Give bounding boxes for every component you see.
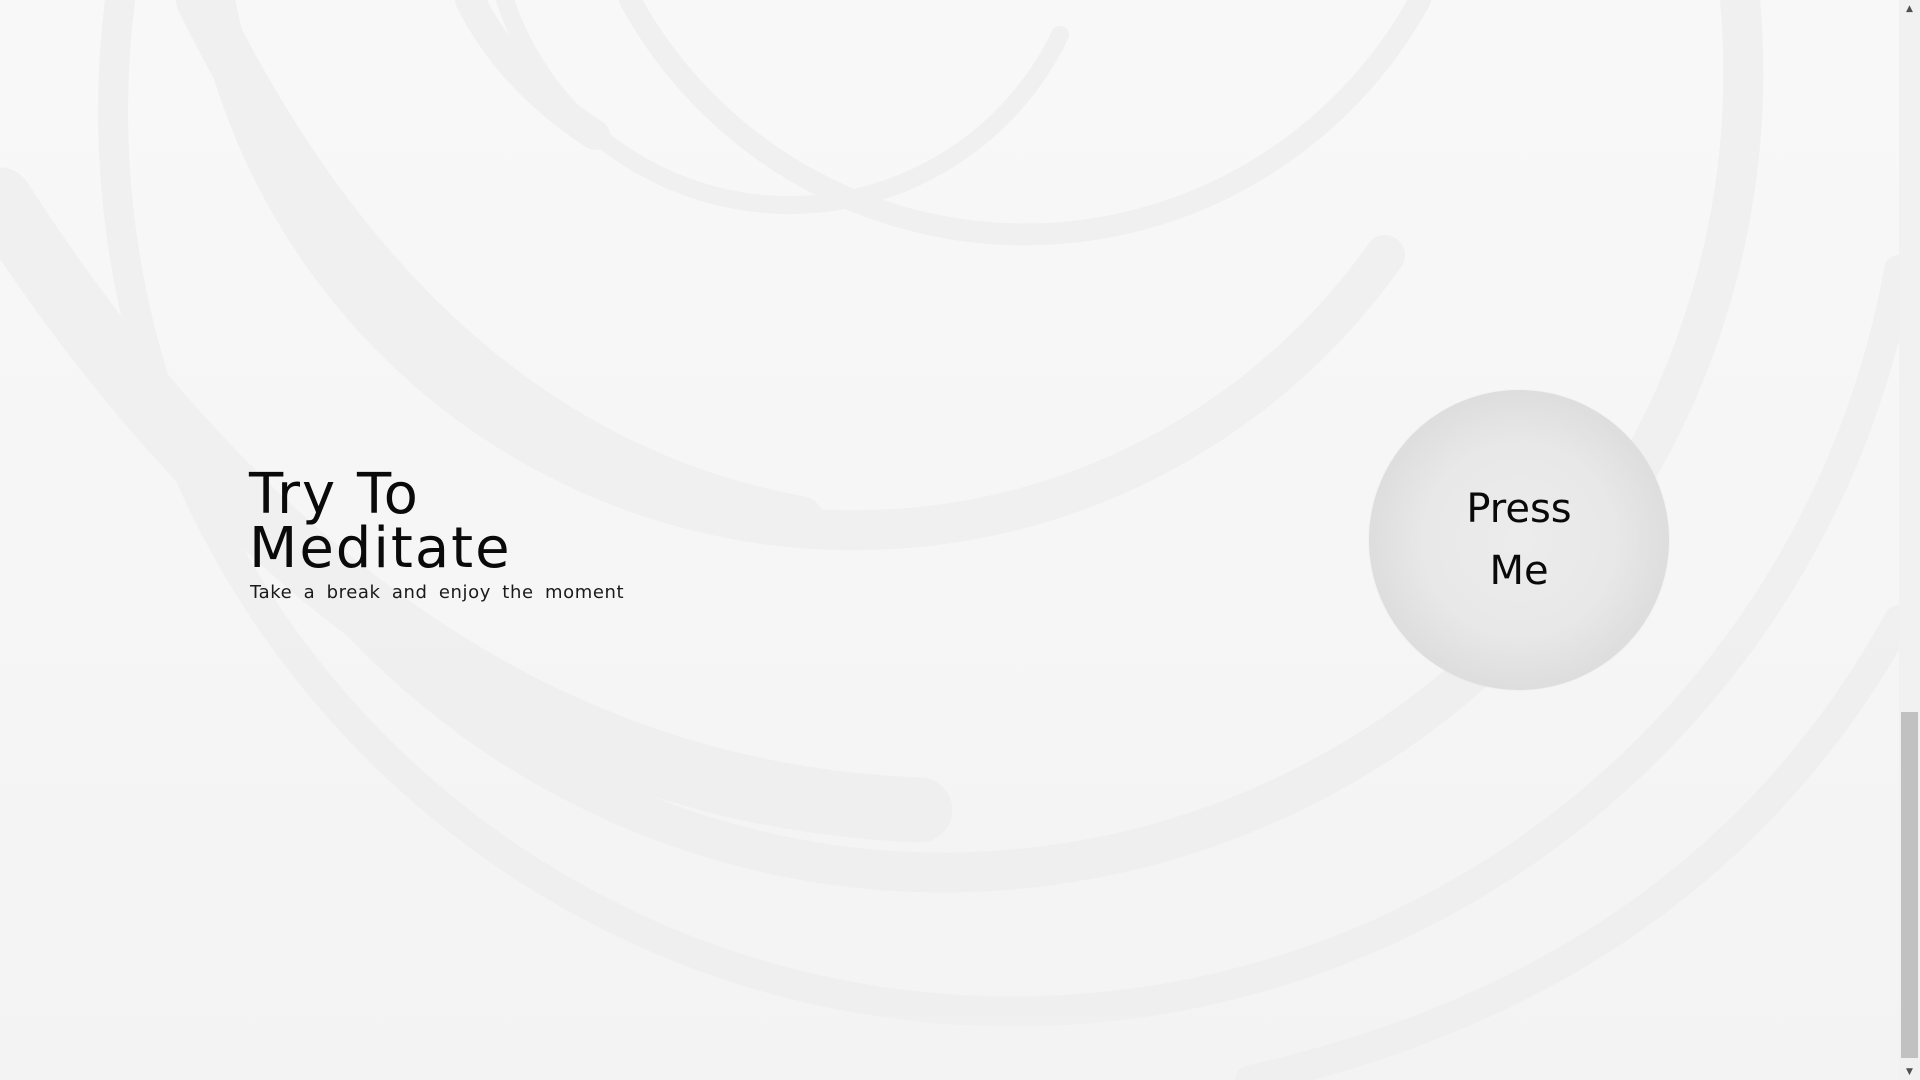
arc-upper-left (455, 0, 610, 150)
scroll-up-arrow-icon[interactable]: ▲ (1899, 0, 1920, 17)
press-me-button[interactable]: Press Me (1369, 390, 1669, 690)
scroll-down-arrow-icon[interactable]: ▼ (1899, 1063, 1920, 1080)
vertical-scrollbar[interactable]: ▲ ▼ (1899, 0, 1920, 1080)
arc-bottom-right (1235, 605, 1899, 1080)
page-title: Try To Meditate (249, 462, 624, 581)
press-me-label: Press Me (1466, 486, 1572, 594)
scrollbar-thumb[interactable] (1901, 712, 1918, 1058)
title-line-1: Try To (249, 462, 420, 527)
title-line-2: Meditate (249, 516, 512, 581)
page-subtitle: Take a break and enjoy the moment (250, 582, 625, 603)
hero-section: Try To Meditate Take a break and enjoy t… (249, 462, 625, 604)
page-background: Try To Meditate Take a break and enjoy t… (0, 0, 1899, 1080)
